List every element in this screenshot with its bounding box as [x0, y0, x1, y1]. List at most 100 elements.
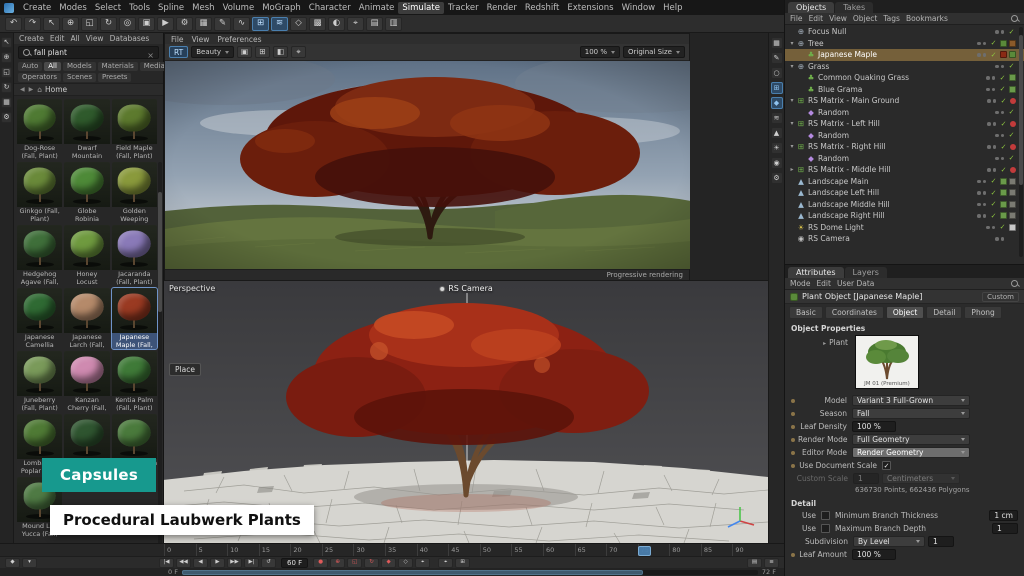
- editor-mode-dropdown[interactable]: Render Geometry: [852, 447, 970, 458]
- panel-tab[interactable]: Takes: [835, 2, 873, 13]
- layout-vertical-icon[interactable]: ▥: [385, 17, 402, 31]
- expand-arrow[interactable]: ▾: [788, 120, 796, 127]
- timeline-ruler[interactable]: 051015202530354045505560657075808590: [0, 543, 784, 556]
- asset-menu-item[interactable]: Create: [19, 34, 44, 43]
- object-menu-item[interactable]: Bookmarks: [906, 14, 948, 23]
- camera-label[interactable]: RS Camera: [439, 284, 493, 293]
- keyframe-dot[interactable]: [791, 399, 795, 403]
- material-tag-2[interactable]: [1009, 212, 1016, 219]
- object-name[interactable]: Random: [816, 131, 995, 140]
- material-tag[interactable]: [1009, 86, 1016, 93]
- object-row[interactable]: ◆ Random: [785, 130, 1024, 142]
- object-row[interactable]: ▾ ⊞ RS Matrix - Main Ground: [785, 95, 1024, 107]
- forward-icon[interactable]: ▶: [29, 86, 34, 93]
- material-tag[interactable]: [1000, 201, 1007, 208]
- keyframe-dot[interactable]: [791, 425, 795, 429]
- visibility-dots[interactable]: [995, 134, 1004, 138]
- enable-check-icon[interactable]: [999, 120, 1008, 128]
- visibility-dots[interactable]: [986, 88, 995, 92]
- enable-check-icon[interactable]: [1007, 108, 1016, 116]
- side-effector-icon[interactable]: ◆: [771, 97, 783, 109]
- asset-plant-cell[interactable]: Dog-Rose (Fall, Plant): [17, 99, 62, 160]
- filter-tab[interactable]: All: [44, 62, 61, 71]
- model-dropdown[interactable]: Variant 3 Full-Grown: [852, 395, 970, 406]
- asset-plant-cell[interactable]: Kentia Palm (Fall, Plant): [112, 351, 157, 412]
- object-name[interactable]: Japanese Maple: [816, 50, 977, 59]
- menu-item[interactable]: Tracker: [444, 2, 483, 14]
- asset-plant-cell[interactable]: Field Maple (Fall, Plant): [112, 99, 157, 160]
- material-tag[interactable]: [1000, 51, 1007, 58]
- object-name[interactable]: Common Quaking Grass: [816, 73, 986, 82]
- object-name[interactable]: Random: [816, 154, 995, 163]
- object-menu-item[interactable]: Tags: [883, 14, 900, 23]
- layout-icon[interactable]: ▤: [366, 17, 383, 31]
- next-key-button[interactable]: ▶▶: [227, 558, 242, 568]
- rt-toggle-button[interactable]: RT: [169, 46, 188, 58]
- menu-item[interactable]: Extensions: [563, 2, 617, 14]
- asset-menu-item[interactable]: Databases: [110, 34, 150, 43]
- object-row[interactable]: ☀ RS Dome Light: [785, 222, 1024, 234]
- material-tag[interactable]: [1000, 212, 1007, 219]
- plant-preview[interactable]: JM 01 (Premium): [855, 335, 919, 389]
- loop-button[interactable]: ↺: [261, 558, 276, 568]
- strip-rotate-icon[interactable]: ↻: [1, 82, 12, 93]
- material-tag-2[interactable]: [1009, 40, 1016, 47]
- menu-item[interactable]: Mesh: [188, 2, 218, 14]
- record-keyframe-button[interactable]: ●: [313, 558, 328, 568]
- go-to-start-button[interactable]: |◀: [159, 558, 174, 568]
- rotate-tool-icon[interactable]: ↻: [100, 17, 117, 31]
- side-sim-icon[interactable]: ≋: [771, 112, 783, 124]
- timeline-mode-icon[interactable]: ▾: [22, 558, 37, 568]
- use-document-scale-checkbox[interactable]: [882, 461, 891, 470]
- visibility-dots[interactable]: [995, 157, 1004, 161]
- asset-plant-cell[interactable]: Japanese Camellia (Fall, Plant): [17, 288, 62, 349]
- leaf-amount-field[interactable]: 100 %: [852, 549, 896, 560]
- visibility-dots[interactable]: [987, 122, 996, 126]
- asset-plant-cell[interactable]: Hedgehog Agave (Fall, Plant): [17, 225, 62, 286]
- deformer-icon[interactable]: ◐: [328, 17, 345, 31]
- asset-plant-cell[interactable]: Jacaranda (Fall, Plant): [112, 225, 157, 286]
- app-logo-icon[interactable]: [4, 3, 14, 13]
- panel-tab[interactable]: Layers: [845, 267, 887, 278]
- menu-item[interactable]: Simulate: [398, 2, 444, 14]
- enable-check-icon[interactable]: [999, 166, 1008, 174]
- min-branch-checkbox[interactable]: [821, 511, 830, 520]
- strip-model-icon[interactable]: ▦: [1, 97, 12, 108]
- object-name[interactable]: Landscape Middle Hill: [806, 200, 977, 209]
- object-row[interactable]: ▲ Landscape Left Hill: [785, 187, 1024, 199]
- field-icon[interactable]: ◇: [290, 17, 307, 31]
- menu-item[interactable]: Animate: [355, 2, 399, 14]
- visibility-dots[interactable]: [995, 30, 1004, 34]
- attribute-search-icon[interactable]: [1011, 280, 1019, 288]
- material-tag[interactable]: [1000, 40, 1007, 47]
- object-name[interactable]: Grass: [806, 62, 995, 71]
- breadcrumb-home[interactable]: Home: [37, 85, 67, 94]
- visibility-dots[interactable]: [977, 203, 986, 207]
- attribute-tab-button[interactable]: Detail: [926, 306, 962, 319]
- panel-tab[interactable]: Attributes: [788, 267, 844, 278]
- enable-check-icon[interactable]: [998, 223, 1007, 231]
- material-tag[interactable]: [1000, 178, 1007, 185]
- object-row[interactable]: ▸ ⊞ RS Matrix - Middle Hill: [785, 164, 1024, 176]
- object-row[interactable]: ♣ Blue Grama: [785, 84, 1024, 96]
- expand-arrow[interactable]: ▾: [788, 63, 796, 70]
- keyframe-dot[interactable]: [791, 451, 795, 455]
- size-mode-dropdown[interactable]: Original Size: [623, 46, 685, 58]
- place-tool-label[interactable]: Place: [169, 363, 201, 376]
- season-dropdown[interactable]: Fall: [852, 408, 970, 419]
- asset-plant-cell[interactable]: Ginkgo (Fall, Plant): [17, 162, 62, 223]
- render-settings-icon[interactable]: ⚙: [176, 17, 193, 31]
- side-settings-icon[interactable]: ⚙: [771, 172, 783, 184]
- object-name[interactable]: Landscape Main: [806, 177, 977, 186]
- enable-check-icon[interactable]: [989, 177, 998, 185]
- menu-item[interactable]: Character: [305, 2, 355, 14]
- visibility-dots[interactable]: [977, 214, 986, 218]
- asset-scrollbar[interactable]: [158, 162, 162, 543]
- object-name[interactable]: Tree: [806, 39, 977, 48]
- subdivision-level-field[interactable]: 1: [928, 536, 954, 547]
- asset-plant-cell[interactable]: Juneberry (Fall, Plant): [17, 351, 62, 412]
- keyframe-dot[interactable]: [791, 412, 795, 416]
- keyframe-dot[interactable]: [791, 553, 795, 557]
- object-name[interactable]: Blue Grama: [816, 85, 986, 94]
- panel-tab[interactable]: Objects: [788, 2, 834, 13]
